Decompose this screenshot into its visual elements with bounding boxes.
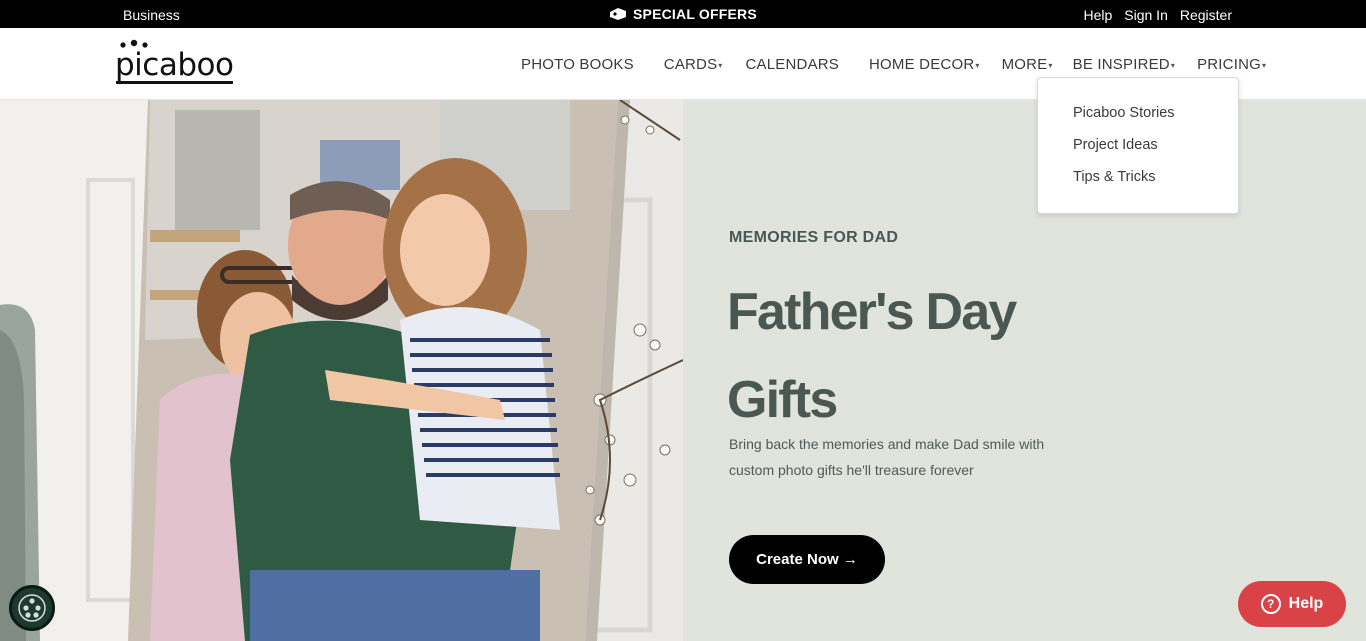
question-icon: ?	[1260, 594, 1281, 614]
top-bar: Business SPECIAL OFFERS Help Sign In Reg…	[0, 0, 1366, 28]
accessibility-button[interactable]	[9, 585, 55, 631]
special-offers-label: SPECIAL OFFERS	[633, 6, 757, 22]
create-now-button[interactable]: Create Now →	[729, 535, 885, 584]
caret-down-icon: ▾	[1261, 61, 1267, 70]
main-nav: PHOTO BOOKS CARDS ▾ CALENDARS HOME DECOR…	[521, 56, 1266, 73]
svg-text:picaboo: picaboo	[115, 47, 233, 83]
hero-eyebrow: MEMORIES FOR DAD	[729, 229, 899, 246]
nav-home-decor[interactable]: HOME DECOR ▾	[869, 56, 980, 73]
hero-title: Father's Day Gifts	[727, 283, 1017, 429]
caret-down-icon: ▾	[975, 61, 980, 70]
hero-family-photo	[0, 100, 683, 641]
nav-more[interactable]: MORE ▾	[1002, 56, 1053, 73]
be-inspired-dropdown: Picaboo Stories Project Ideas Tips & Tri…	[1037, 77, 1239, 214]
nav-calendars[interactable]: CALENDARS	[746, 56, 840, 73]
caret-down-icon: ▾	[718, 61, 723, 70]
nav-pricing[interactable]: PRICING ▾	[1197, 56, 1266, 73]
special-offers-link[interactable]: SPECIAL OFFERS	[609, 6, 757, 22]
dropdown-item-project-ideas[interactable]: Project Ideas	[1038, 137, 1238, 169]
accessibility-icon	[18, 594, 46, 622]
nav-photo-books[interactable]: PHOTO BOOKS	[521, 56, 634, 73]
business-link[interactable]: Business	[123, 7, 180, 23]
hero-content: MEMORIES FOR DAD Father's Day Gifts Brin…	[683, 100, 1366, 641]
register-link[interactable]: Register	[1180, 7, 1232, 23]
sign-in-link[interactable]: Sign In	[1124, 7, 1168, 23]
hero-subtitle: Bring back the memories and make Dad smi…	[729, 436, 1045, 478]
caret-down-icon: ▾	[1170, 61, 1176, 70]
help-link[interactable]: Help	[1083, 7, 1112, 23]
caret-down-icon: ▾	[1048, 61, 1053, 70]
nav-cards[interactable]: CARDS ▾	[664, 56, 723, 73]
nav-be-inspired[interactable]: BE INSPIRED ▾	[1073, 56, 1175, 73]
help-chat-label: Help	[1288, 595, 1324, 612]
dropdown-item-picaboo-stories[interactable]: Picaboo Stories	[1038, 105, 1238, 137]
dropdown-item-tips-tricks[interactable]: Tips & Tricks	[1038, 169, 1238, 201]
tag-icon	[610, 8, 626, 20]
picaboo-logo[interactable]: picaboo	[115, 39, 235, 87]
help-chat-button[interactable]: ? Help	[1238, 581, 1346, 627]
